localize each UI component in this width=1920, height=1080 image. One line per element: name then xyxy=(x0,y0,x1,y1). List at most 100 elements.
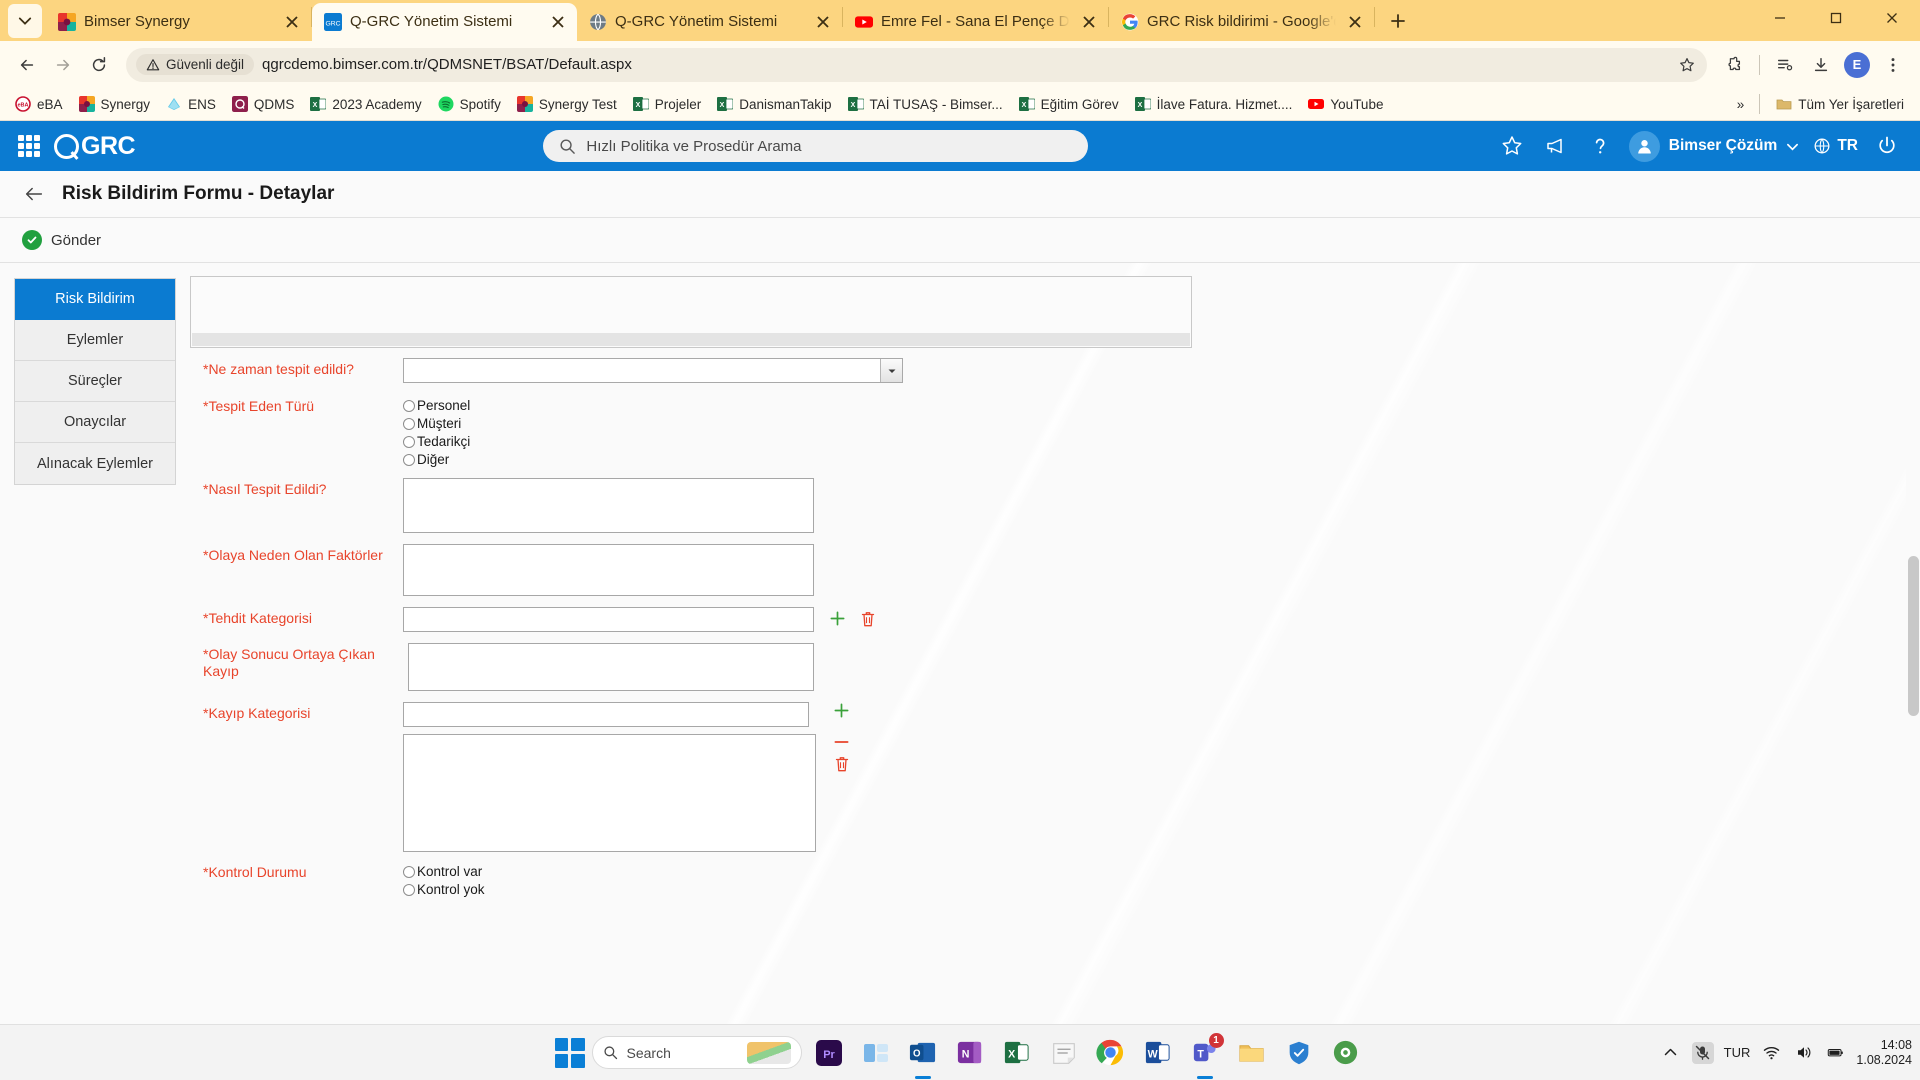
maximize-button[interactable] xyxy=(1808,0,1864,36)
radio-button[interactable] xyxy=(403,454,415,466)
resulting-loss-textarea[interactable] xyxy=(408,643,814,691)
bookmark-tai-tusas[interactable]: X TAİ TUSAŞ - Bimser... xyxy=(841,92,1010,116)
radio-button[interactable] xyxy=(403,866,415,878)
browser-tab-3[interactable]: Emre Fel - Sana El Pençe Durma xyxy=(843,3,1108,41)
browser-tab-2[interactable]: Q-GRC Yönetim Sistemi xyxy=(577,3,842,41)
media-controls-button[interactable] xyxy=(1768,48,1802,82)
language-selector[interactable]: TR xyxy=(1813,137,1858,155)
extensions-button[interactable] xyxy=(1717,48,1751,82)
taskbar-app-premiere[interactable]: Pr xyxy=(809,1033,849,1073)
radio-option-diger[interactable]: Diğer xyxy=(403,451,470,469)
clock[interactable]: 14:08 1.08.2024 xyxy=(1856,1038,1912,1068)
favorites-star-icon[interactable] xyxy=(1497,131,1527,161)
taskbar-app-file-explorer[interactable] xyxy=(1232,1033,1272,1073)
microphone-muted-icon[interactable] xyxy=(1691,1041,1714,1064)
bookmark-youtube[interactable]: YouTube xyxy=(1301,92,1390,116)
address-bar[interactable]: Güvenli değil qgrcdemo.bimser.com.tr/QDM… xyxy=(126,47,1707,82)
plus-icon[interactable] xyxy=(828,609,846,627)
bookmark-ens[interactable]: ENS xyxy=(159,92,223,116)
bookmark-star-button[interactable] xyxy=(1673,51,1701,79)
radio-button[interactable] xyxy=(403,884,415,896)
close-window-button[interactable] xyxy=(1864,0,1920,36)
help-icon[interactable] xyxy=(1585,131,1615,161)
logout-icon[interactable] xyxy=(1872,131,1902,161)
bookmark-ilave-fatura[interactable]: X İlave Fatura. Hizmet.... xyxy=(1128,92,1300,116)
browser-tab-4[interactable]: GRC Risk bildirimi - Google'da A xyxy=(1109,3,1374,41)
how-detected-textarea[interactable] xyxy=(403,478,814,533)
all-bookmarks-button[interactable]: Tüm Yer İşaretleri xyxy=(1768,92,1912,116)
detection-time-select[interactable] xyxy=(403,358,903,383)
radio-option-kontrol-yok[interactable]: Kontrol yok xyxy=(403,881,485,899)
sidebar-item-eylemler[interactable]: Eylemler xyxy=(15,320,175,361)
radio-button[interactable] xyxy=(403,436,415,448)
radio-option-musteri[interactable]: Müşteri xyxy=(403,415,470,433)
chevron-down-icon[interactable] xyxy=(880,359,902,382)
taskbar-task-view[interactable] xyxy=(856,1033,896,1073)
form-top-scroll-box[interactable] xyxy=(190,276,1192,348)
browser-tab-0[interactable]: Bimser Synergy xyxy=(46,3,311,41)
volume-icon[interactable] xyxy=(1792,1042,1814,1064)
trash-icon[interactable] xyxy=(834,755,850,773)
language-indicator[interactable]: TUR xyxy=(1724,1045,1751,1060)
loss-category-input[interactable] xyxy=(403,702,809,727)
minus-icon[interactable] xyxy=(833,739,850,745)
taskbar-app-security[interactable] xyxy=(1279,1033,1319,1073)
radio-option-kontrol-var[interactable]: Kontrol var xyxy=(403,863,485,881)
taskbar-app-sticky-notes[interactable] xyxy=(1044,1033,1084,1073)
radio-option-personel[interactable]: Personel xyxy=(403,397,470,415)
bookmark-2023-academy[interactable]: X 2023 Academy xyxy=(303,92,428,116)
taskbar-app-excel[interactable]: X xyxy=(997,1033,1037,1073)
show-hidden-icons-button[interactable] xyxy=(1660,1042,1682,1064)
submit-button[interactable]: Gönder xyxy=(22,230,101,250)
taskbar-app-settings[interactable] xyxy=(1326,1033,1366,1073)
radio-button[interactable] xyxy=(403,418,415,430)
tab-close-button[interactable] xyxy=(547,11,569,33)
chrome-menu-button[interactable] xyxy=(1876,48,1910,82)
sidebar-item-risk-bildirim[interactable]: Risk Bildirim xyxy=(15,279,175,320)
bookmarks-overflow-button[interactable]: » xyxy=(1730,93,1752,116)
taskbar-app-chrome[interactable] xyxy=(1091,1033,1131,1073)
site-security-chip[interactable]: Güvenli değil xyxy=(136,54,255,75)
taskbar-app-word[interactable]: W xyxy=(1138,1033,1178,1073)
bookmark-synergy[interactable]: Synergy xyxy=(72,92,158,116)
bookmark-danismantakip[interactable]: X DanismanTakip xyxy=(710,92,838,116)
battery-icon[interactable] xyxy=(1824,1042,1846,1064)
tab-close-button[interactable] xyxy=(1078,11,1100,33)
profile-button[interactable]: E xyxy=(1840,48,1874,82)
bookmark-qdms[interactable]: QDMS xyxy=(225,92,302,116)
app-logo[interactable]: GRC xyxy=(54,132,136,161)
apps-grid-icon[interactable] xyxy=(18,135,40,157)
tab-close-button[interactable] xyxy=(812,11,834,33)
tab-search-button[interactable] xyxy=(8,4,42,38)
page-scrollbar-track[interactable] xyxy=(1906,276,1920,1024)
causal-factors-textarea[interactable] xyxy=(403,544,814,596)
back-button[interactable] xyxy=(10,48,44,82)
back-navigation-button[interactable] xyxy=(22,182,46,206)
taskbar-app-onenote[interactable]: N xyxy=(950,1033,990,1073)
taskbar-search-box[interactable]: Search xyxy=(591,1036,802,1069)
page-scrollbar-thumb[interactable] xyxy=(1908,556,1919,716)
threat-category-input[interactable] xyxy=(403,607,814,632)
taskbar-app-teams[interactable]: T 1 xyxy=(1185,1032,1225,1073)
downloads-button[interactable] xyxy=(1804,48,1838,82)
taskbar-app-outlook[interactable]: O xyxy=(903,1033,943,1073)
loss-category-list-box[interactable] xyxy=(403,734,816,852)
radio-option-tedarikci[interactable]: Tedarikçi xyxy=(403,433,470,451)
plus-icon[interactable] xyxy=(833,702,850,719)
bookmark-projeler[interactable]: X Projeler xyxy=(626,92,709,116)
new-tab-button[interactable] xyxy=(1381,4,1415,38)
minimize-button[interactable] xyxy=(1752,0,1808,36)
user-menu[interactable]: Bimser Çözüm xyxy=(1628,130,1800,162)
wifi-icon[interactable] xyxy=(1760,1042,1782,1064)
sidebar-item-alinacak-eylemler[interactable]: Alınacak Eylemler xyxy=(15,443,175,484)
tab-close-button[interactable] xyxy=(281,11,303,33)
bookmark-spotify[interactable]: Spotify xyxy=(431,92,508,116)
bookmark-egitim-gorev[interactable]: X Eğitim Görev xyxy=(1012,92,1126,116)
windows-start-icon[interactable] xyxy=(554,1037,585,1068)
bookmark-eba[interactable]: eBA eBA xyxy=(8,92,70,116)
bookmark-synergy-test[interactable]: Synergy Test xyxy=(510,92,624,116)
quick-search-box[interactable]: Hızlı Politika ve Prosedür Arama xyxy=(543,130,1089,162)
radio-button[interactable] xyxy=(403,400,415,412)
reload-button[interactable] xyxy=(82,48,116,82)
browser-tab-1[interactable]: GRC Q-GRC Yönetim Sistemi xyxy=(312,3,577,41)
